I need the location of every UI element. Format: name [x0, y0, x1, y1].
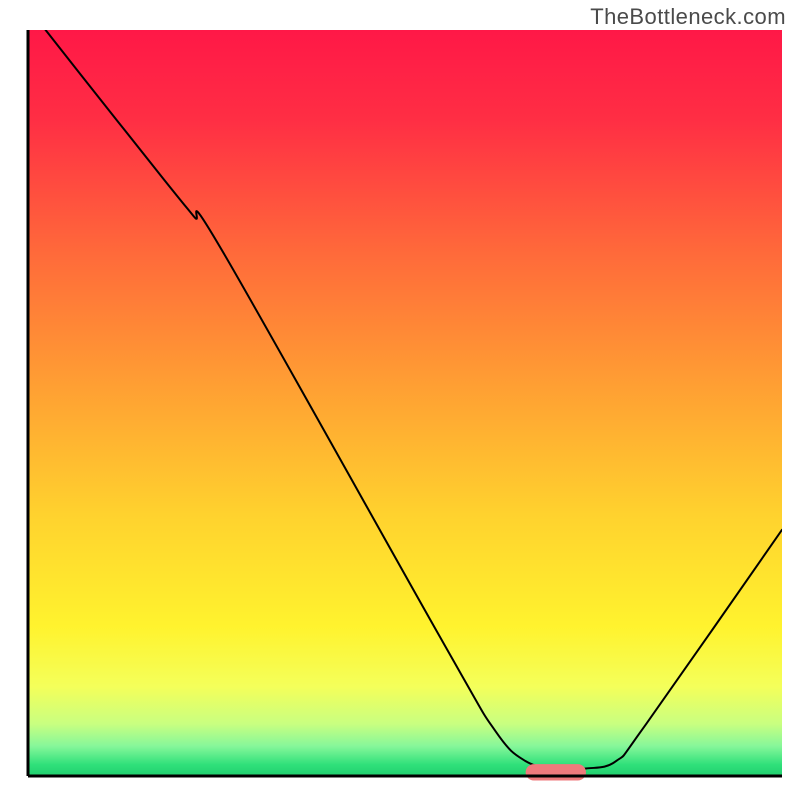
watermark-text: TheBottleneck.com	[590, 4, 786, 30]
chart-svg	[0, 0, 800, 800]
optimal-range-marker	[526, 764, 586, 780]
plot-background	[28, 30, 782, 776]
chart-stage: TheBottleneck.com	[0, 0, 800, 800]
